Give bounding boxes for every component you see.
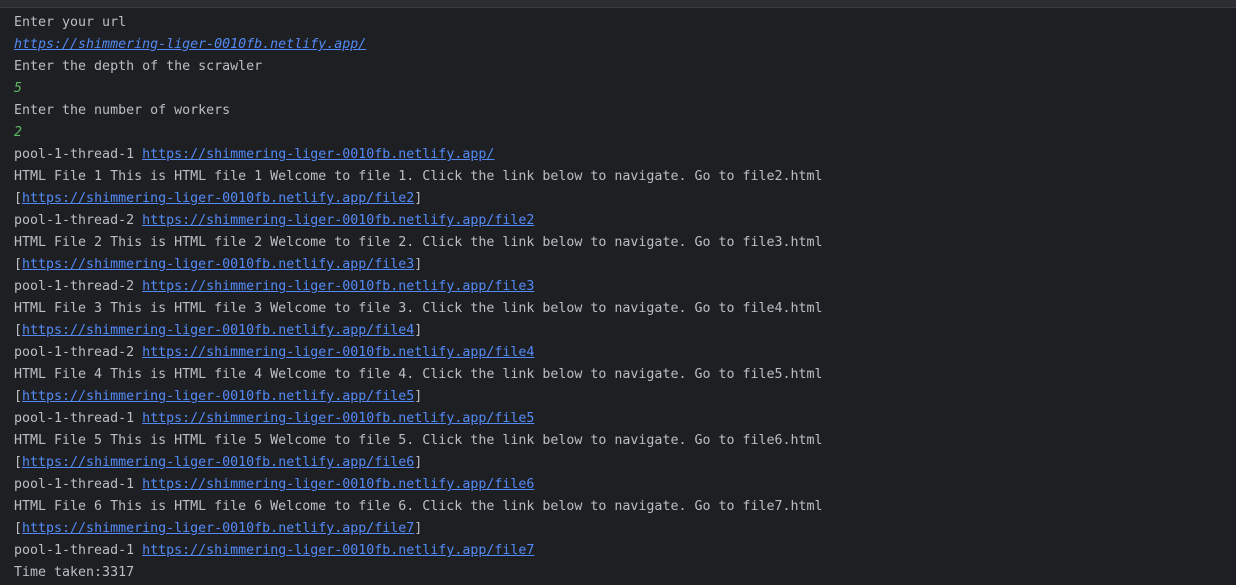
page-content-line: HTML File 2 This is HTML file 2 Welcome … <box>14 235 823 250</box>
prompt-url-line: Enter your url <box>14 15 127 30</box>
found-links-line: [https://shimmering-liger-0010fb.netlify… <box>14 320 1224 342</box>
prompt-depth-line: Enter the depth of the scrawler <box>14 59 263 74</box>
thread-url-link[interactable]: https://shimmering-liger-0010fb.netlify.… <box>142 543 534 558</box>
console-output: Enter your url https://shimmering-liger-… <box>14 12 1224 584</box>
thread-visit-line: pool-1-thread-1 https://shimmering-liger… <box>14 408 1224 430</box>
bracket-close: ] <box>414 323 423 338</box>
found-link[interactable]: https://shimmering-liger-0010fb.netlify.… <box>22 455 414 470</box>
thread-name: pool-1-thread-1 <box>14 477 135 492</box>
input-workers-line: 2 <box>14 125 23 140</box>
found-link[interactable]: https://shimmering-liger-0010fb.netlify.… <box>22 257 414 272</box>
thread-url-link[interactable]: https://shimmering-liger-0010fb.netlify.… <box>142 213 534 228</box>
thread-name: pool-1-thread-1 <box>14 543 135 558</box>
console-top-bar <box>0 0 1236 8</box>
input-url-line: https://shimmering-liger-0010fb.netlify.… <box>14 34 1224 56</box>
bracket-close: ] <box>414 455 423 470</box>
thread-visit-line: pool-1-thread-1 https://shimmering-liger… <box>14 144 1224 166</box>
separator-space <box>134 345 142 360</box>
thread-name: pool-1-thread-1 <box>14 147 135 162</box>
thread-url-link[interactable]: https://shimmering-liger-0010fb.netlify.… <box>142 345 534 360</box>
bracket-close: ] <box>414 521 423 536</box>
thread-url-link[interactable]: https://shimmering-liger-0010fb.netlify.… <box>142 279 534 294</box>
page-content-line: HTML File 3 This is HTML file 3 Welcome … <box>14 301 823 316</box>
page-content-line: HTML File 5 This is HTML file 5 Welcome … <box>14 433 823 448</box>
time-taken-line: Time taken:3317 <box>14 565 135 580</box>
crawl-log-entries: pool-1-thread-1 https://shimmering-liger… <box>14 144 1224 540</box>
thread-url-link[interactable]: https://shimmering-liger-0010fb.netlify.… <box>142 411 534 426</box>
separator-space <box>134 477 142 492</box>
page-content-line: HTML File 1 This is HTML file 1 Welcome … <box>14 169 823 184</box>
thread-url-link[interactable]: https://shimmering-liger-0010fb.netlify.… <box>142 477 534 492</box>
bracket-close: ] <box>414 257 423 272</box>
found-link[interactable]: https://shimmering-liger-0010fb.netlify.… <box>22 389 414 404</box>
thread-name: pool-1-thread-2 <box>14 279 135 294</box>
found-links-line: [https://shimmering-liger-0010fb.netlify… <box>14 254 1224 276</box>
found-link[interactable]: https://shimmering-liger-0010fb.netlify.… <box>22 521 414 536</box>
separator-space <box>134 279 142 294</box>
bracket-close: ] <box>414 191 423 206</box>
bracket-open: [ <box>14 521 23 536</box>
run-console: Enter your url https://shimmering-liger-… <box>0 0 1236 585</box>
separator-space <box>134 213 142 228</box>
found-links-line: [https://shimmering-liger-0010fb.netlify… <box>14 518 1224 540</box>
separator-space <box>134 543 142 558</box>
bracket-close: ] <box>414 389 423 404</box>
separator-space <box>134 147 142 162</box>
found-link[interactable]: https://shimmering-liger-0010fb.netlify.… <box>22 191 414 206</box>
found-links-line: [https://shimmering-liger-0010fb.netlify… <box>14 386 1224 408</box>
thread-name: pool-1-thread-2 <box>14 345 135 360</box>
bracket-open: [ <box>14 191 23 206</box>
bracket-open: [ <box>14 455 23 470</box>
thread-visit-line: pool-1-thread-2 https://shimmering-liger… <box>14 342 1224 364</box>
page-content-line: HTML File 4 This is HTML file 4 Welcome … <box>14 367 823 382</box>
input-url-link[interactable]: https://shimmering-liger-0010fb.netlify.… <box>14 37 366 52</box>
bracket-open: [ <box>14 257 23 272</box>
found-links-line: [https://shimmering-liger-0010fb.netlify… <box>14 188 1224 210</box>
found-link[interactable]: https://shimmering-liger-0010fb.netlify.… <box>22 323 414 338</box>
final-thread-line: pool-1-thread-1 https://shimmering-liger… <box>14 540 1224 562</box>
bracket-open: [ <box>14 389 23 404</box>
thread-name: pool-1-thread-1 <box>14 411 135 426</box>
input-depth-line: 5 <box>14 81 23 96</box>
thread-name: pool-1-thread-2 <box>14 213 135 228</box>
separator-space <box>134 411 142 426</box>
bracket-open: [ <box>14 323 23 338</box>
prompt-workers-line: Enter the number of workers <box>14 103 231 118</box>
thread-visit-line: pool-1-thread-2 https://shimmering-liger… <box>14 276 1224 298</box>
thread-visit-line: pool-1-thread-1 https://shimmering-liger… <box>14 474 1224 496</box>
thread-visit-line: pool-1-thread-2 https://shimmering-liger… <box>14 210 1224 232</box>
found-links-line: [https://shimmering-liger-0010fb.netlify… <box>14 452 1224 474</box>
thread-url-link[interactable]: https://shimmering-liger-0010fb.netlify.… <box>142 147 494 162</box>
page-content-line: HTML File 6 This is HTML file 6 Welcome … <box>14 499 823 514</box>
